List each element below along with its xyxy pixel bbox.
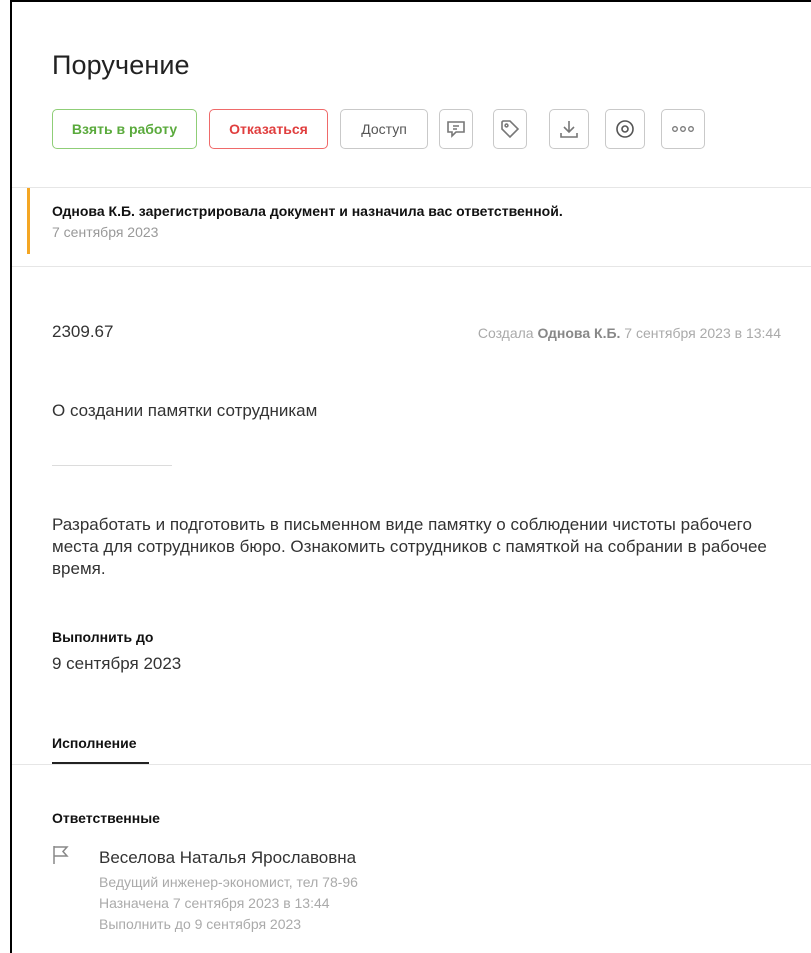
view-button[interactable] xyxy=(605,109,645,149)
due-value: 9 сентября 2023 xyxy=(52,654,182,673)
tabs-divider xyxy=(12,764,811,765)
download-button[interactable] xyxy=(549,109,589,149)
window-frame-top xyxy=(10,0,811,2)
created-prefix: Создала xyxy=(477,325,534,341)
tag-button[interactable] xyxy=(493,109,527,149)
responsible-name[interactable]: Веселова Наталья Ярославовна xyxy=(99,848,356,868)
document-number: 2309.67 xyxy=(52,322,114,341)
notice-date: 7 сентября 2023 xyxy=(52,224,159,240)
access-button[interactable]: Доступ xyxy=(340,109,428,149)
document-description: Разработать и подготовить в письменном в… xyxy=(52,515,767,578)
more-icon xyxy=(672,126,694,132)
document-subject: О создании памятки сотрудникам xyxy=(52,401,318,420)
notice-accent-bar xyxy=(27,188,30,254)
responsible-due: Выполнить до 9 сентября 2023 xyxy=(99,916,302,932)
window-frame-left xyxy=(10,0,12,953)
due-label: Выполнить до xyxy=(52,629,154,645)
comment-icon xyxy=(447,121,465,138)
take-to-work-button[interactable]: Взять в работу xyxy=(52,109,197,149)
flag-icon[interactable] xyxy=(52,845,70,870)
download-icon xyxy=(560,121,578,138)
section-rule xyxy=(52,465,172,466)
eye-icon xyxy=(616,120,634,138)
responsible-assigned: Назначена 7 сентября 2023 в 13:44 xyxy=(99,895,330,911)
tag-icon xyxy=(501,120,520,139)
comment-button[interactable] xyxy=(439,109,473,149)
responsible-label: Ответственные xyxy=(52,810,160,826)
divider xyxy=(12,187,811,188)
divider xyxy=(12,266,811,267)
responsible-position: Ведущий инженер-экономист, тел 78-96 xyxy=(99,874,358,890)
created-at: 7 сентября 2023 в 13:44 xyxy=(624,325,781,341)
notice-text: Однова К.Б. зарегистрировала документ и … xyxy=(52,203,563,219)
more-button[interactable] xyxy=(661,109,705,149)
created-info: Создала Однова К.Б. 7 сентября 2023 в 13… xyxy=(478,325,781,341)
created-by[interactable]: Однова К.Б. xyxy=(537,325,620,341)
reject-button[interactable]: Отказаться xyxy=(209,109,328,149)
tab-execution[interactable]: Исполнение xyxy=(52,735,137,751)
page-title: Поручение xyxy=(52,50,190,80)
